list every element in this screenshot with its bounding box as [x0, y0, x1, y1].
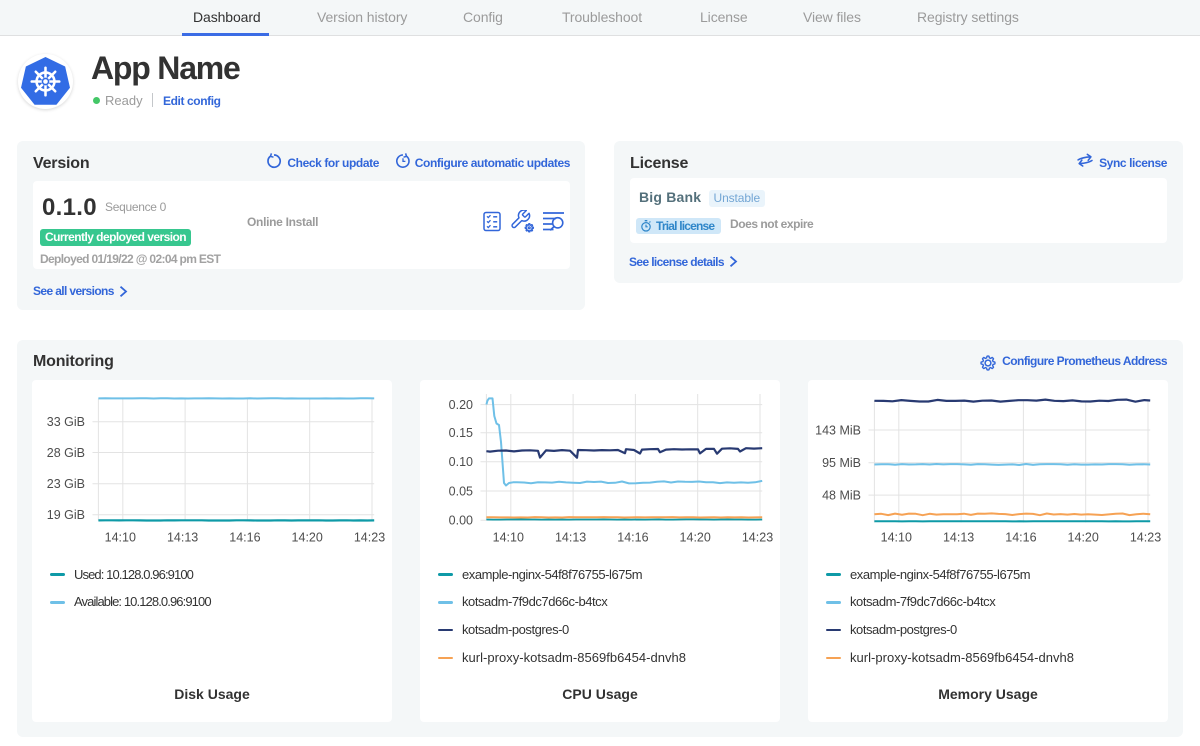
svg-text:14:16: 14:16: [617, 531, 648, 545]
svg-text:14:10: 14:10: [105, 531, 136, 545]
svg-text:14:23: 14:23: [1130, 531, 1161, 545]
svg-text:14:16: 14:16: [1005, 531, 1036, 545]
svg-text:14:10: 14:10: [493, 531, 524, 545]
svg-text:0.15: 0.15: [449, 426, 473, 440]
svg-text:14:23: 14:23: [742, 531, 773, 545]
svg-text:33 GiB: 33 GiB: [47, 415, 85, 429]
svg-text:23 GiB: 23 GiB: [47, 477, 85, 491]
svg-text:14:16: 14:16: [229, 531, 260, 545]
svg-text:0.20: 0.20: [449, 398, 473, 412]
svg-text:14:20: 14:20: [292, 531, 323, 545]
svg-text:0.00: 0.00: [449, 514, 473, 528]
svg-text:95 MiB: 95 MiB: [822, 456, 861, 470]
svg-text:14:10: 14:10: [881, 531, 912, 545]
svg-text:143 MiB: 143 MiB: [815, 423, 861, 437]
svg-text:19 GiB: 19 GiB: [47, 508, 85, 522]
svg-text:0.10: 0.10: [449, 455, 473, 469]
svg-text:48 MiB: 48 MiB: [822, 489, 861, 503]
svg-text:14:13: 14:13: [167, 531, 198, 545]
svg-text:14:13: 14:13: [555, 531, 586, 545]
svg-text:14:13: 14:13: [943, 531, 974, 545]
svg-text:28 GiB: 28 GiB: [47, 446, 85, 460]
svg-text:14:20: 14:20: [1068, 531, 1099, 545]
svg-text:14:20: 14:20: [680, 531, 711, 545]
svg-text:0.05: 0.05: [449, 484, 473, 498]
svg-text:14:23: 14:23: [354, 531, 385, 545]
